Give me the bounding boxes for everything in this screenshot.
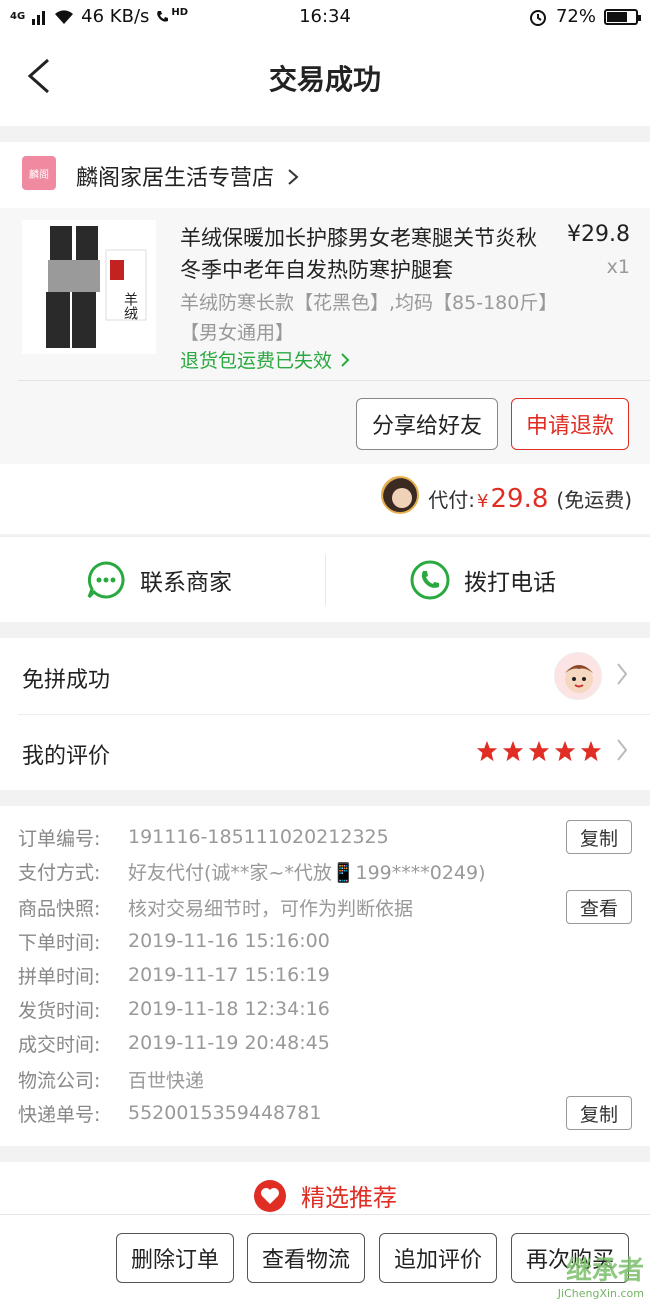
star-icon — [580, 740, 602, 762]
ship-time-value: 2019-11-18 12:34:16 — [128, 998, 330, 1020]
shop-name-text: 麟阁家居生活专营店 — [76, 166, 275, 191]
courier-value: 百世快递 — [128, 1069, 205, 1092]
order-time-key: 下单时间: — [18, 931, 101, 954]
product-price: ¥29.8 — [567, 222, 630, 247]
phone-icon — [410, 560, 450, 600]
courier-key: 物流公司: — [18, 1069, 101, 1092]
tracking-number-value: 5520015359448781 — [128, 1102, 322, 1124]
group-time-line: 拼单时间: 2019-11-17 15:16:19 — [18, 958, 330, 992]
tracking-number-line: 快递单号: 5520015359448781 — [18, 1096, 321, 1130]
product-quantity: x1 — [606, 256, 630, 278]
product-card: 羊绒 羊绒保暖加长护膝男女老寒腿关节炎秋冬季中老年自发热防寒护腿套 ¥29.8 … — [0, 208, 650, 464]
order-number-line: 订单编号: 191116-185111020212325 — [18, 820, 389, 854]
star-icon — [502, 740, 524, 762]
bottom-action-bar: 删除订单 查看物流 追加评价 再次购买 — [0, 1214, 650, 1300]
watermark-logo: 继承者 — [565, 1256, 644, 1286]
chevron-right-green-icon — [341, 353, 350, 367]
status-bar: 4G 46 KB/s HD 16:34 72% — [0, 0, 650, 34]
contact-merchant-button[interactable]: 联系商家 — [86, 537, 232, 623]
divider — [18, 380, 650, 381]
payer-avatar — [381, 476, 419, 514]
cartoon-avatar-image — [565, 665, 593, 693]
avatar-image — [383, 478, 417, 512]
image-brand-text: 羊绒 — [122, 292, 138, 321]
delete-order-button[interactable]: 删除订单 — [116, 1233, 234, 1283]
snapshot-key: 商品快照: — [18, 897, 101, 920]
return-shipping-note[interactable]: 退货包运费已失效 — [180, 346, 350, 373]
my-review-label: 我的评价 — [22, 744, 111, 769]
battery-icon — [604, 8, 641, 25]
star-icon — [476, 740, 498, 762]
snapshot-line: 商品快照: 核对交易细节时，可作为判断依据 — [18, 890, 413, 924]
order-number-key: 订单编号: — [18, 827, 101, 850]
view-logistics-button[interactable]: 查看物流 — [247, 1233, 365, 1283]
contact-row: 联系商家 拨打电话 — [0, 536, 650, 622]
payment-method-line: 支付方式: 好友代付(诚**家~*代放📱199****0249) — [18, 854, 486, 888]
deal-time-key: 成交时间: — [18, 1033, 101, 1056]
share-to-friend-button[interactable]: 分享给好友 — [356, 398, 498, 450]
ship-time-key: 发货时间: — [18, 999, 101, 1022]
courier-line: 物流公司: 百世快递 — [18, 1062, 204, 1096]
deal-time-value: 2019-11-19 20:48:45 — [128, 1032, 330, 1054]
call-phone-label: 拨打电话 — [464, 570, 556, 596]
product-title[interactable]: 羊绒保暖加长护膝男女老寒腿关节炎秋冬季中老年自发热防寒护腿套 — [180, 222, 545, 286]
order-time-line: 下单时间: 2019-11-16 15:16:00 — [18, 924, 330, 958]
payment-method-key: 支付方式: — [18, 861, 101, 884]
payment-amount: 29.8 — [490, 484, 549, 514]
ship-time-line: 发货时间: 2019-11-18 12:34:16 — [18, 992, 330, 1026]
app-header: 交易成功 — [0, 34, 650, 126]
view-snapshot-button[interactable]: 查看 — [566, 890, 632, 924]
battery-percent: 72% — [555, 6, 596, 27]
chevron-right-icon — [617, 739, 628, 761]
group-time-key: 拼单时间: — [18, 965, 101, 988]
product-image[interactable]: 羊绒 — [22, 220, 156, 354]
contact-merchant-label: 联系商家 — [140, 570, 232, 596]
page-title: 交易成功 — [268, 63, 381, 96]
knee-sleeve-image: 羊绒 — [46, 226, 147, 348]
chat-bubble-icon — [87, 561, 125, 599]
return-note-text: 退货包运费已失效 — [180, 350, 333, 372]
payment-summary: 代付: ¥ 29.8 (免运费) — [428, 484, 632, 514]
star-icon — [554, 740, 576, 762]
heart-badge-icon — [254, 1179, 286, 1212]
status-list: 免拼成功 我的评价 — [0, 638, 650, 790]
chevron-right-icon — [288, 169, 299, 185]
copy-tracking-number-button[interactable]: 复制 — [566, 1096, 632, 1130]
shop-logo: 麟阁 — [22, 156, 56, 190]
star-icon — [528, 740, 550, 762]
alarm-icon — [529, 9, 546, 26]
chevron-right-icon — [617, 663, 628, 685]
my-review-row[interactable]: 我的评价 — [0, 714, 650, 790]
snapshot-value: 核对交易细节时，可作为判断依据 — [128, 897, 414, 920]
status-right: 72% — [528, 6, 641, 27]
group-success-row[interactable]: 免拼成功 — [0, 638, 650, 714]
recommend-section: 精选推荐 — [0, 1162, 650, 1222]
deal-time-line: 成交时间: 2019-11-19 20:48:45 — [18, 1026, 330, 1060]
divider — [325, 555, 326, 605]
product-spec: 羊绒防寒长款【花黑色】,均码【85-180斤】【男女通用】 — [180, 292, 558, 344]
order-number-value: 191116-185111020212325 — [128, 826, 389, 848]
recommend-label: 精选推荐 — [301, 1184, 397, 1212]
tracking-number-key: 快递单号: — [18, 1103, 101, 1126]
copy-order-number-button[interactable]: 复制 — [566, 820, 632, 854]
call-phone-button[interactable]: 拨打电话 — [410, 537, 556, 623]
payment-method-value: 好友代付(诚**家~*代放📱199****0249) — [128, 861, 486, 884]
recommend-header: 精选推荐 — [0, 1178, 650, 1213]
add-review-button[interactable]: 追加评价 — [379, 1233, 497, 1283]
shop-row[interactable]: 麟阁 麟阁家居生活专营店 — [0, 142, 650, 208]
group-time-value: 2019-11-17 15:16:19 — [128, 964, 330, 986]
payment-label: 代付: — [428, 488, 476, 512]
site-watermark: 继承者 JiChengXin.com — [558, 1250, 644, 1300]
group-member-avatar — [554, 652, 602, 700]
request-refund-button[interactable]: 申请退款 — [511, 398, 629, 450]
shipping-note: (免运费) — [556, 488, 632, 512]
payment-currency: ¥ — [477, 491, 489, 512]
payment-row: 代付: ¥ 29.8 (免运费) — [0, 464, 650, 534]
shop-name: 麟阁家居生活专营店 — [76, 160, 299, 192]
review-stars — [476, 740, 602, 762]
watermark-url: JiChengXin.com — [557, 1287, 644, 1300]
order-time-value: 2019-11-16 15:16:00 — [128, 930, 330, 952]
group-success-label: 免拼成功 — [22, 668, 111, 693]
order-info: 订单编号: 191116-185111020212325 复制 支付方式: 好友代付… — [0, 806, 650, 1146]
